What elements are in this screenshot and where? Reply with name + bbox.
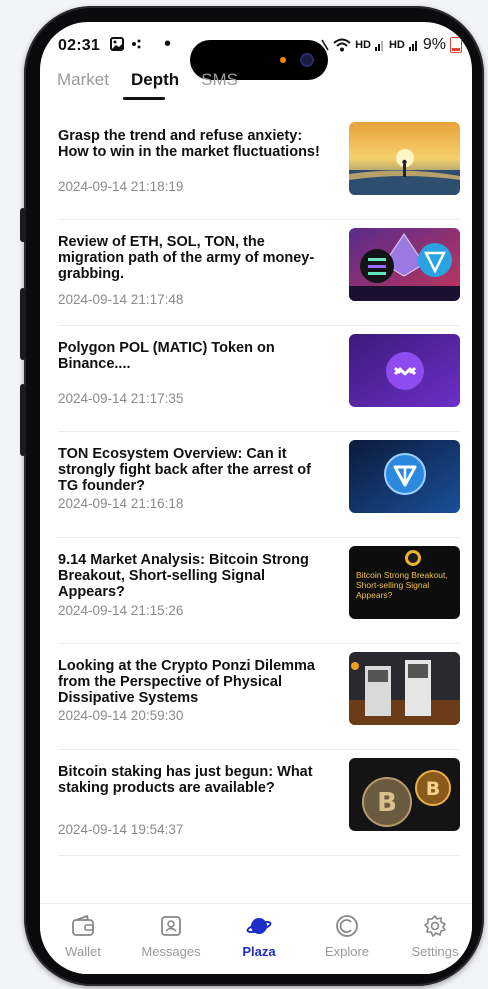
article-title: Bitcoin staking has just begun: What sta… — [58, 764, 313, 796]
camera-icon — [300, 53, 314, 67]
tab-sms[interactable]: SMS — [201, 70, 238, 90]
nav-messages[interactable]: Messages — [136, 912, 206, 959]
volume-down-button — [20, 384, 26, 456]
notification-icons: • — [110, 33, 172, 55]
nav-wallet-label: Wallet — [65, 944, 101, 959]
wallet-icon — [48, 912, 118, 940]
wifi-icon — [333, 38, 351, 52]
explore-icon — [312, 912, 382, 940]
nav-messages-label: Messages — [141, 944, 201, 959]
more-notifications-dot: • — [164, 33, 172, 55]
battery-icon — [450, 37, 462, 53]
bitcoin-analysis-image: Bitcoin Strong Breakout, Short-selling S… — [349, 546, 460, 619]
article-date: 2024-09-14 20:59:30 — [58, 708, 184, 723]
ton-logo-image — [349, 440, 460, 513]
article-title: Grasp the trend and refuse anxiety: How … — [58, 128, 320, 160]
article-title: Review of ETH, SOL, TON, the migration p… — [58, 234, 315, 282]
article-title: Looking at the Crypto Ponzi Dilemma from… — [58, 658, 315, 706]
article-item[interactable]: 9.14 Market Analysis: Bitcoin Strong Bre… — [58, 538, 460, 644]
nav-explore[interactable]: Explore — [312, 912, 382, 959]
mute-icon — [321, 39, 329, 51]
article-item[interactable]: Looking at the Crypto Ponzi Dilemma from… — [58, 644, 460, 750]
battery-percentage: 9% — [422, 36, 446, 53]
svg-text:B: B — [377, 788, 397, 818]
volume-up-button — [20, 288, 26, 360]
privacy-indicator — [280, 57, 286, 63]
action-button — [20, 208, 26, 242]
signal-icon-1 — [374, 41, 383, 51]
dots-icon — [132, 39, 141, 49]
article-title: Polygon POL (MATIC) Token on Binance.... — [58, 340, 275, 372]
gallery-icon — [110, 37, 124, 51]
nav-plaza[interactable]: Plaza — [224, 912, 294, 959]
bitcoin-coins-image: B B — [349, 758, 460, 831]
network-label-1: HD — [355, 39, 371, 51]
article-item[interactable]: Review of ETH, SOL, TON, the migration p… — [58, 220, 460, 326]
sunset-silhouette-image — [349, 122, 460, 195]
nav-settings-label: Settings — [411, 944, 459, 959]
article-date: 2024-09-14 21:17:35 — [58, 391, 184, 406]
nav-settings[interactable]: Settings — [400, 912, 470, 959]
article-title: 9.14 Market Analysis: Bitcoin Strong Bre… — [58, 552, 309, 600]
status-bar: 02:31 • HD HD 9% — [40, 22, 472, 80]
article-date: 2024-09-14 21:16:18 — [58, 496, 184, 511]
status-time: 02:31 — [58, 37, 100, 54]
category-tabs: Market Depth SMS — [57, 70, 238, 100]
status-right-icons: HD HD 9% — [321, 36, 462, 54]
nav-explore-label: Explore — [324, 944, 370, 959]
tab-market[interactable]: Market — [57, 70, 109, 90]
messages-icon — [136, 912, 206, 940]
article-title: TON Ecosystem Overview: Can it strongly … — [58, 446, 311, 494]
article-item[interactable]: Polygon POL (MATIC) Token on Binance....… — [58, 326, 460, 432]
article-date: 2024-09-14 21:17:48 — [58, 292, 184, 307]
article-date: 2024-09-14 21:15:26 — [58, 603, 184, 618]
article-item[interactable]: TON Ecosystem Overview: Can it strongly … — [58, 432, 460, 538]
article-list: Grasp the trend and refuse anxiety: How … — [40, 114, 472, 856]
tab-depth[interactable]: Depth — [122, 70, 179, 100]
nav-wallet[interactable]: Wallet — [48, 912, 118, 959]
planet-icon — [224, 912, 294, 940]
article-date: 2024-09-14 21:18:19 — [58, 179, 184, 194]
gear-icon — [400, 912, 470, 940]
article-date: 2024-09-14 19:54:37 — [58, 822, 184, 837]
crypto-coins-image — [349, 228, 460, 301]
bottom-navigation: Wallet Messages Plaza Explore Settings — [40, 903, 472, 974]
thumbnail-caption: Bitcoin Strong Breakout, Short-selling S… — [356, 570, 448, 600]
crypto-atm-image — [349, 652, 460, 725]
article-item[interactable]: Grasp the trend and refuse anxiety: How … — [58, 114, 460, 220]
polygon-logo-image — [349, 334, 460, 407]
nav-plaza-label: Plaza — [242, 944, 276, 959]
svg-text:B: B — [426, 778, 440, 800]
app-screen: 02:31 • HD HD 9% Market Depth SMS Grasp — [40, 22, 472, 974]
signal-icon-2 — [408, 41, 417, 51]
article-item[interactable]: Bitcoin staking has just begun: What sta… — [58, 750, 460, 856]
network-label-2: HD — [388, 39, 405, 51]
